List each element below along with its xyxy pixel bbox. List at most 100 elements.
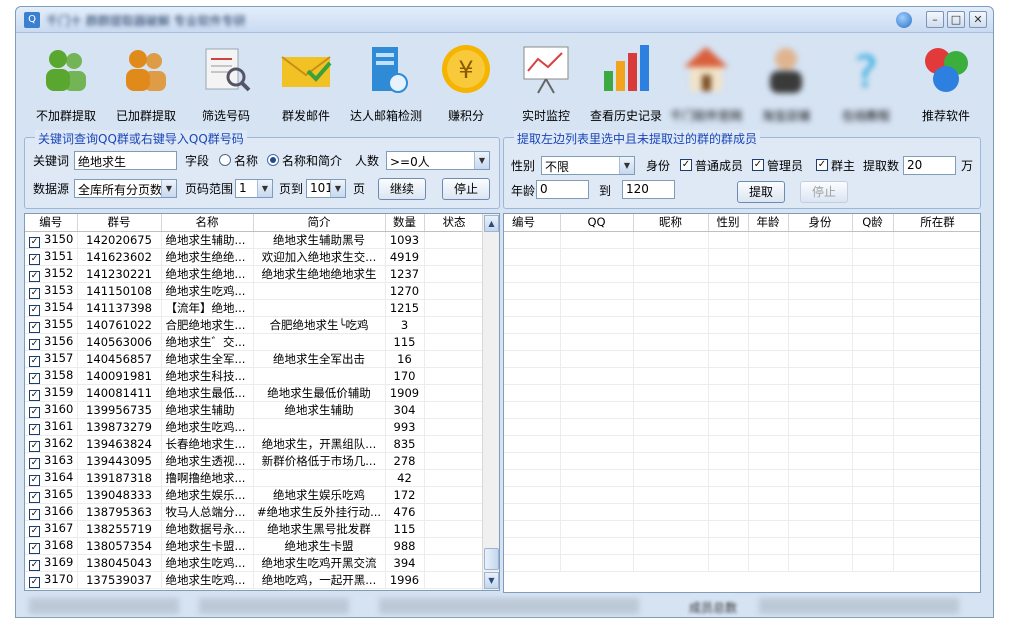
column-header[interactable]: 所在群 bbox=[893, 214, 980, 232]
toolbar-label: 推荐软件 bbox=[921, 109, 970, 123]
row-checkbox[interactable]: ✓ bbox=[29, 253, 40, 264]
row-checkbox[interactable]: ✓ bbox=[29, 491, 40, 502]
column-header[interactable]: 性别 bbox=[708, 214, 749, 232]
column-header[interactable]: 群号 bbox=[77, 214, 162, 232]
column-header[interactable]: 身份 bbox=[788, 214, 853, 232]
table-row[interactable]: ✓ 3152 141230221 绝地求生绝地... 绝地求生绝地绝地求生 1237 bbox=[25, 265, 485, 283]
row-checkbox[interactable]: ✓ bbox=[29, 270, 40, 281]
column-header[interactable]: 名称 bbox=[161, 214, 254, 232]
age-from-input[interactable]: 0 bbox=[536, 180, 589, 199]
maximize-button[interactable]: □ bbox=[947, 11, 965, 28]
toolbar-button-9[interactable]: 淘宝店铺 bbox=[746, 37, 826, 125]
row-checkbox[interactable]: ✓ bbox=[29, 525, 40, 536]
row-checkbox[interactable]: ✓ bbox=[29, 389, 40, 400]
row-checkbox[interactable]: ✓ bbox=[29, 508, 40, 519]
table-row[interactable]: ✓ 3160 139956735 绝地求生辅助 绝地求生辅助 304 bbox=[25, 401, 485, 419]
table-row[interactable]: ✓ 3165 139048333 绝地求生娱乐... 绝地求生娱乐吃鸡 172 bbox=[25, 486, 485, 504]
stop-extract-button[interactable]: 停止 bbox=[800, 181, 848, 203]
scroll-thumb[interactable] bbox=[484, 548, 499, 570]
toolbar-button-5[interactable]: ¥ 赚积分 bbox=[426, 37, 506, 125]
table-row[interactable]: ✓ 3168 138057354 绝地求生卡盟... 绝地求生卡盟 988 bbox=[25, 537, 485, 555]
row-checkbox[interactable]: ✓ bbox=[29, 321, 40, 332]
table-row[interactable]: ✓ 3163 139443095 绝地求生透视... 新群价格低于市场几... 278 bbox=[25, 452, 485, 470]
table-row[interactable]: ✓ 3166 138795363 牧马人总端分... #绝地求生反外挂行动... 476 bbox=[25, 503, 485, 521]
table-cell: 1215 bbox=[385, 299, 425, 317]
row-checkbox[interactable]: ✓ bbox=[29, 423, 40, 434]
table-cell: ✓ 3163 bbox=[25, 452, 78, 470]
row-checkbox[interactable]: ✓ bbox=[29, 287, 40, 298]
column-header[interactable]: QQ bbox=[560, 214, 634, 232]
column-header[interactable]: 编号 bbox=[25, 214, 78, 232]
role-owner-checkbox[interactable]: ✓ bbox=[816, 159, 828, 171]
table-row[interactable]: ✓ 3159 140081411 绝地求生最低... 绝地求生最低价辅助 1909 bbox=[25, 384, 485, 402]
close-button[interactable]: ✕ bbox=[969, 11, 987, 28]
toolbar-button-8[interactable]: 千门软件官网 bbox=[666, 37, 746, 125]
extract-button[interactable]: 提取 bbox=[737, 181, 785, 203]
group-table-scrollbar[interactable]: ▲ ▼ bbox=[482, 214, 499, 590]
toolbar-button-3[interactable]: 群发邮件 bbox=[266, 37, 346, 125]
scroll-down-icon[interactable]: ▼ bbox=[484, 572, 499, 589]
column-header[interactable]: Q龄 bbox=[852, 214, 894, 232]
table-row[interactable]: ✓ 3158 140091981 绝地求生科技... 170 bbox=[25, 367, 485, 385]
row-checkbox[interactable]: ✓ bbox=[29, 338, 40, 349]
gender-select[interactable]: 不限 ▼ bbox=[541, 156, 635, 175]
row-checkbox[interactable]: ✓ bbox=[29, 355, 40, 366]
row-checkbox[interactable]: ✓ bbox=[29, 542, 40, 553]
row-checkbox[interactable]: ✓ bbox=[29, 559, 40, 570]
toolbar-button-11[interactable]: 推荐软件 bbox=[906, 37, 986, 125]
table-cell bbox=[788, 537, 853, 555]
row-checkbox[interactable]: ✓ bbox=[29, 304, 40, 315]
table-row[interactable]: ✓ 3170 137539037 绝地求生吃鸡... 绝地吃鸡，一起开黑... 1996 bbox=[25, 571, 485, 589]
page-from-select[interactable]: 1 ▼ bbox=[235, 179, 273, 198]
toolbar-button-10[interactable]: ? 在线教程 bbox=[826, 37, 906, 125]
table-row[interactable]: ✓ 3169 138045043 绝地求生吃鸡... 绝地求生吃鸡开黑交流 394 bbox=[25, 554, 485, 572]
row-checkbox[interactable]: ✓ bbox=[29, 474, 40, 485]
row-checkbox[interactable]: ✓ bbox=[29, 576, 40, 587]
keyword-input[interactable]: 绝地求生 bbox=[74, 151, 177, 170]
source-select[interactable]: 全库所有分页数 ▼ bbox=[74, 179, 177, 198]
row-checkbox[interactable]: ✓ bbox=[29, 406, 40, 417]
role-normal-checkbox[interactable]: ✓ bbox=[680, 159, 692, 171]
scroll-up-icon[interactable]: ▲ bbox=[484, 215, 499, 232]
column-header[interactable]: 年龄 bbox=[748, 214, 789, 232]
toolbar-button-7[interactable]: 查看历史记录 bbox=[586, 37, 666, 125]
table-row[interactable]: ✓ 3153 141150108 绝地求生吃鸡... 1270 bbox=[25, 282, 485, 300]
globe-icon[interactable] bbox=[896, 12, 912, 28]
table-row[interactable]: ✓ 3157 140456857 绝地求生全军... 绝地求生全军出击 16 bbox=[25, 350, 485, 368]
table-row[interactable]: ✓ 3154 141137398 【流年】绝地... 1215 bbox=[25, 299, 485, 317]
page-to-select[interactable]: 101 ▼ bbox=[306, 179, 346, 198]
row-checkbox[interactable]: ✓ bbox=[29, 440, 40, 451]
table-row[interactable]: ✓ 3162 139463824 长春绝地求生... 绝地求生，开黑组队... 835 bbox=[25, 435, 485, 453]
continue-button[interactable]: 继续 bbox=[378, 178, 426, 200]
minimize-button[interactable]: – bbox=[926, 11, 944, 28]
column-header[interactable]: 简介 bbox=[253, 214, 386, 232]
toolbar-button-0[interactable]: 不加群提取 bbox=[26, 37, 106, 125]
column-header[interactable]: 昵称 bbox=[633, 214, 709, 232]
table-row[interactable]: ✓ 3164 139187318 撸啊撸绝地求... 42 bbox=[25, 469, 485, 487]
row-checkbox[interactable]: ✓ bbox=[29, 236, 40, 247]
count-input[interactable]: 20 bbox=[903, 156, 956, 175]
toolbar-button-6[interactable]: 实时监控 bbox=[506, 37, 586, 125]
column-header[interactable]: 状态 bbox=[424, 214, 485, 232]
table-row[interactable]: ✓ 3150 142020675 绝地求生辅助... 绝地求生辅助黑号 1093 bbox=[25, 231, 485, 249]
table-cell: 138057354 bbox=[77, 537, 162, 555]
radio-name-desc[interactable] bbox=[267, 154, 279, 166]
table-row[interactable]: ✓ 3161 139873279 绝地求生吃鸡... 993 bbox=[25, 418, 485, 436]
toolbar-button-4[interactable]: 达人邮箱检测 bbox=[346, 37, 426, 125]
radio-name[interactable] bbox=[219, 154, 231, 166]
toolbar-button-1[interactable]: 已加群提取 bbox=[106, 37, 186, 125]
table-row[interactable]: ✓ 3151 141623602 绝地求生绝绝... 欢迎加入绝地求生交... 4919 bbox=[25, 248, 485, 266]
age-to-input[interactable]: 120 bbox=[622, 180, 675, 199]
table-row[interactable]: ✓ 3155 140761022 合肥绝地求生... 合肥绝地求生╰吃鸡 3 bbox=[25, 316, 485, 334]
row-checkbox[interactable]: ✓ bbox=[29, 457, 40, 468]
table-row[interactable]: ✓ 3156 140563006 绝地求生゛交... 115 bbox=[25, 333, 485, 351]
role-admin-checkbox[interactable]: ✓ bbox=[752, 159, 764, 171]
column-header[interactable]: 编号 bbox=[504, 214, 561, 232]
table-row[interactable]: ✓ 3167 138255719 绝地数据号永... 绝地求生黑号批发群 115 bbox=[25, 520, 485, 538]
table-cell: 绝地求生，开黑组队... bbox=[253, 435, 386, 453]
toolbar-button-2[interactable]: 筛选号码 bbox=[186, 37, 266, 125]
row-checkbox[interactable]: ✓ bbox=[29, 372, 40, 383]
column-header[interactable]: 数量 bbox=[385, 214, 425, 232]
people-select[interactable]: >=0人 ▼ bbox=[386, 151, 490, 170]
stop-query-button[interactable]: 停止 bbox=[442, 178, 490, 200]
